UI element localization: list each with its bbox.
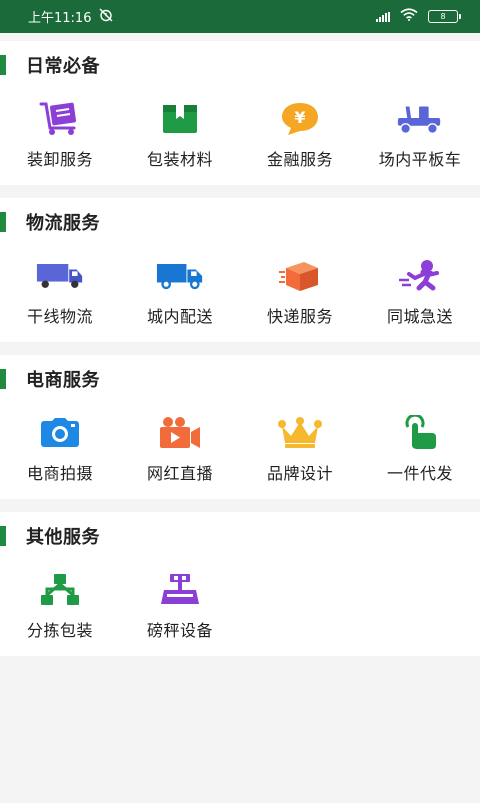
service-label: 金融服务 [266, 150, 333, 169]
service-brand-design[interactable]: 品牌设计 [240, 413, 360, 487]
service-loading-unloading[interactable]: 装卸服务 [0, 99, 120, 173]
sort-tree-icon [36, 570, 84, 610]
battery-level: 8 [440, 11, 446, 21]
section-title: 电商服务 [26, 370, 100, 391]
video-camera-icon [156, 413, 204, 453]
delivery-truck-icon [156, 256, 204, 296]
yuan-bubble-icon: ¥ [276, 99, 324, 139]
battery-icon: 8 [428, 10, 461, 23]
service-label: 品牌设计 [266, 464, 333, 483]
handcart-icon [36, 99, 84, 139]
tap-hand-icon [396, 413, 444, 453]
section-accent-bar [0, 526, 6, 546]
service-label: 快递服务 [266, 307, 333, 326]
service-sorting-packing[interactable]: 分拣包装 [0, 570, 120, 644]
lorry-icon [36, 256, 84, 296]
service-label: 一件代发 [386, 464, 453, 483]
signal-icon [376, 11, 390, 22]
box-icon [156, 99, 204, 139]
service-finance[interactable]: ¥ 金融服务 [240, 99, 360, 173]
section-other: 其他服务 分拣包装 磅秤设备 [0, 512, 480, 656]
alarm-off-icon [99, 8, 113, 26]
scale-icon [156, 570, 204, 610]
flatbed-truck-icon [396, 99, 444, 139]
section-title: 物流服务 [26, 213, 100, 234]
service-label: 分拣包装 [26, 621, 93, 640]
service-label: 场内平板车 [378, 150, 462, 169]
service-label: 城内配送 [146, 307, 213, 326]
service-dropshipping[interactable]: 一件代发 [360, 413, 480, 487]
section-accent-bar [0, 369, 6, 389]
service-scale-equipment[interactable]: 磅秤设备 [120, 570, 240, 644]
svg-text:¥: ¥ [294, 108, 305, 127]
service-label: 包装材料 [146, 150, 213, 169]
section-ecommerce: 电商服务 电商拍摄 网红直播 品牌设计 一件代发 [0, 355, 480, 499]
section-accent-bar [0, 212, 6, 232]
section-title: 日常必备 [26, 56, 100, 77]
crown-icon [276, 413, 324, 453]
camera-icon [36, 413, 84, 453]
service-city-delivery[interactable]: 城内配送 [120, 256, 240, 330]
section-logistics: 物流服务 干线物流 城内配送 快递服务 同城急送 [0, 198, 480, 342]
status-time: 上午11:16 [28, 11, 92, 26]
service-ecommerce-photo[interactable]: 电商拍摄 [0, 413, 120, 487]
service-express[interactable]: 快递服务 [240, 256, 360, 330]
running-man-icon [396, 256, 444, 296]
parcel-icon [276, 256, 324, 296]
service-same-city-rush[interactable]: 同城急送 [360, 256, 480, 330]
service-label: 网红直播 [146, 464, 213, 483]
section-title: 其他服务 [26, 527, 100, 548]
service-label: 同城急送 [386, 307, 453, 326]
service-label: 装卸服务 [26, 150, 93, 169]
service-flatbed-cart[interactable]: 场内平板车 [360, 99, 480, 173]
section-daily: 日常必备 装卸服务 包装材料 ¥ 金融服务 场内平板车 [0, 41, 480, 185]
service-live-stream[interactable]: 网红直播 [120, 413, 240, 487]
section-accent-bar [0, 55, 6, 75]
service-label: 电商拍摄 [26, 464, 93, 483]
service-trunk-logistics[interactable]: 干线物流 [0, 256, 120, 330]
service-packaging-materials[interactable]: 包装材料 [120, 99, 240, 173]
service-label: 磅秤设备 [146, 621, 213, 640]
service-label: 干线物流 [26, 307, 93, 326]
status-bar: 上午11:16 8 [0, 0, 480, 33]
wifi-icon [400, 8, 418, 25]
